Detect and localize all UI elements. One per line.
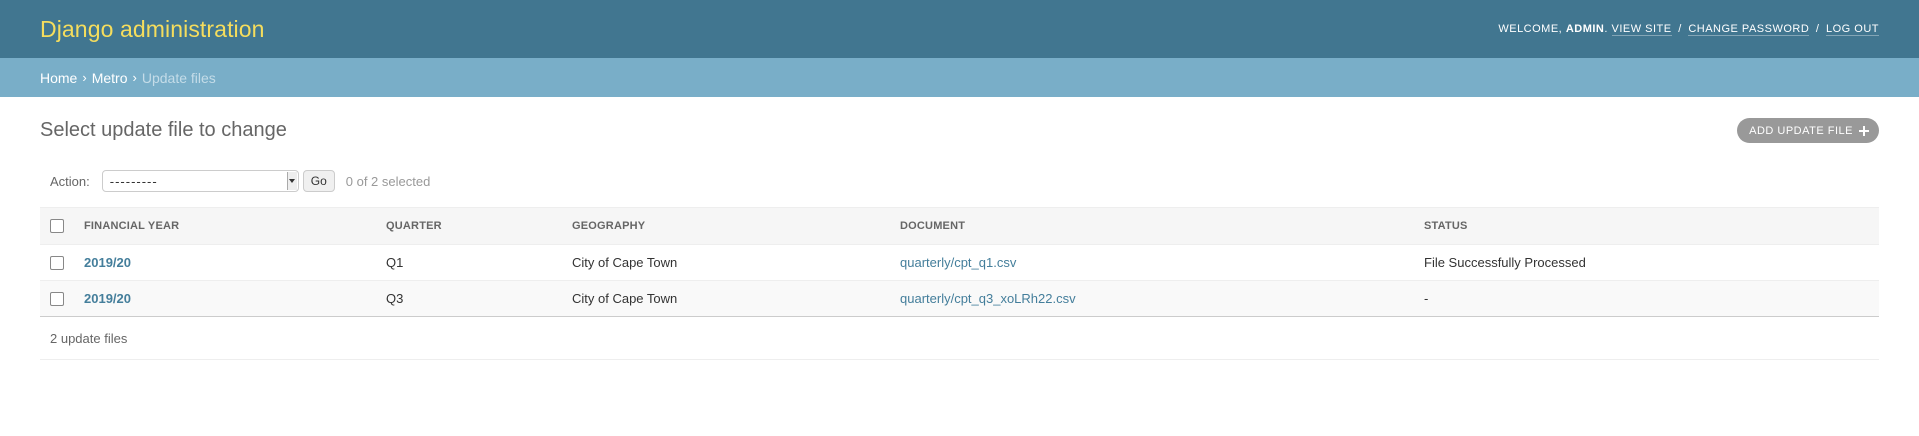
geography-cell: City of Cape Town [562,244,890,281]
financial-year-cell: 2019/20 [74,280,376,317]
add-update-file-button[interactable]: Add update file [1737,118,1879,143]
financial-year-link[interactable]: 2019/20 [84,291,131,306]
column-header-status[interactable]: Status [1414,207,1879,245]
breadcrumb-separator: › [82,70,87,85]
add-button-label: Add update file [1749,124,1853,137]
change-password-link[interactable]: Change password [1688,23,1810,36]
document-link[interactable]: quarterly/cpt_q3_xoLRh22.csv [900,291,1076,306]
breadcrumb-current: Update files [141,69,216,86]
log-out-link[interactable]: Log out [1825,23,1879,36]
select-all-cell [40,207,74,245]
breadcrumb-home[interactable]: Home [40,70,77,86]
document-cell: quarterly/cpt_q3_xoLRh22.csv [890,280,1414,317]
result-count: 2 update files [50,330,128,346]
actions-bar: Action: --------- Go 0 of 2 selected [40,155,1879,207]
row-select-cell [40,244,74,281]
table-header-row: Financial year Quarter Geography Documen… [40,207,1879,245]
action-label: Action: [50,173,90,189]
selection-counter: 0 of 2 selected [345,173,431,189]
status-cell: File Successfully Processed [1414,244,1879,281]
document-link[interactable]: quarterly/cpt_q1.csv [900,255,1016,270]
column-header-financial-year[interactable]: Financial year [74,207,376,245]
user-tools: Welcome, admin. View site / Change passw… [1498,23,1879,36]
site-branding[interactable]: Django administration [40,16,265,43]
welcome-text: Welcome, [1498,23,1563,35]
content: Select update file to change Add update … [0,97,1919,360]
view-site-link[interactable]: View site [1611,23,1672,36]
financial-year-cell: 2019/20 [74,244,376,281]
chevron-down-icon[interactable] [286,172,297,190]
geography-cell: City of Cape Town [562,280,890,317]
plus-icon [1859,125,1869,136]
status-cell: - [1414,280,1879,317]
row-select-cell [40,280,74,317]
breadcrumb-app[interactable]: Metro [92,70,128,86]
financial-year-link[interactable]: 2019/20 [84,255,131,270]
username: admin [1565,23,1605,35]
select-all-checkbox[interactable] [50,219,64,233]
breadcrumb-separator: › [132,70,137,85]
action-selected-value: --------- [109,173,158,189]
table-row: 2019/20 Q1 City of Cape Town quarterly/c… [40,244,1879,281]
row-checkbox[interactable] [50,256,64,271]
document-cell: quarterly/cpt_q1.csv [890,244,1414,281]
quarter-cell: Q1 [376,244,562,281]
separator: / [1678,23,1682,35]
result-table: Financial year Quarter Geography Documen… [40,207,1879,317]
action-select[interactable]: --------- [101,170,299,192]
go-button[interactable]: Go [302,170,335,192]
table-row: 2019/20 Q3 City of Cape Town quarterly/c… [40,280,1879,317]
column-header-document[interactable]: Document [890,207,1414,245]
column-header-quarter[interactable]: Quarter [376,207,562,245]
row-checkbox[interactable] [50,292,64,307]
paginator: 2 update files [40,317,1879,360]
column-header-geography[interactable]: Geography [562,207,890,245]
page-title: Select update file to change [40,119,287,141]
header: Django administration Welcome, admin. Vi… [0,0,1919,58]
separator: / [1815,23,1820,35]
breadcrumb: Home › Metro › Update files [0,58,1919,97]
quarter-cell: Q3 [376,280,562,317]
